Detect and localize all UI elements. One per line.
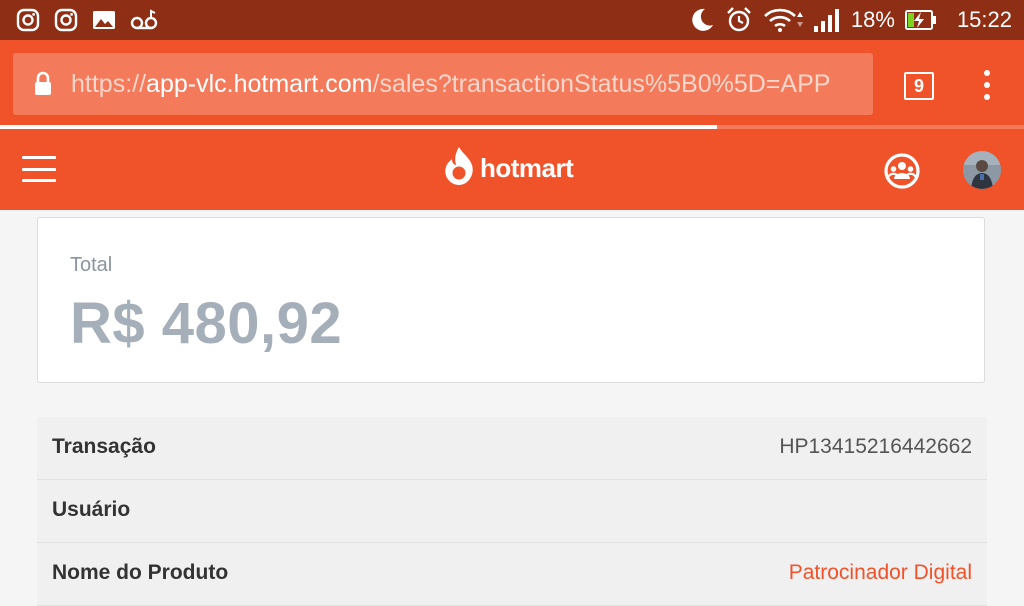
tab-switcher-button[interactable]: 9 (904, 72, 934, 100)
wifi-icon (763, 7, 803, 33)
alarm-icon (725, 6, 753, 34)
detail-row-product: Nome do Produto Patrocinador Digital (37, 543, 987, 606)
transaction-code: HP13415216442662 (779, 435, 972, 458)
product-name-link[interactable]: Patrocinador Digital (789, 561, 972, 585)
app-header: hotmart (0, 129, 1024, 210)
detail-label: Transação (52, 435, 156, 458)
detail-label: Nome do Produto (52, 561, 229, 584)
battery-percent: 18% (850, 7, 895, 32)
user-avatar[interactable] (963, 151, 1001, 189)
detail-row-user: Usuário (37, 480, 987, 543)
clock: 15:22 (956, 7, 1012, 32)
flame-logo-icon (444, 146, 474, 191)
url-host: app-vlc.hotmart.com (146, 70, 373, 98)
battery-charging-icon (904, 9, 937, 31)
community-icon[interactable] (883, 152, 921, 195)
moon-icon (689, 7, 715, 33)
brand-name: hotmart (480, 152, 574, 183)
hamburger-line (22, 167, 56, 171)
lock-icon (33, 71, 53, 102)
url-scheme: https:// (71, 70, 147, 98)
instagram-icon (54, 8, 78, 32)
transaction-details: Transação HP13415216442662 Usuário Nome … (37, 417, 987, 606)
detail-label: Usuário (52, 498, 131, 521)
hamburger-line (22, 179, 56, 182)
hamburger-line (22, 156, 56, 159)
url-path: /sales?transactionStatus%5B0%5D=APP (372, 70, 831, 98)
menu-dot (984, 82, 990, 88)
total-label: Total (70, 254, 113, 276)
status-bar: 18% 15:22 (0, 0, 1024, 40)
address-bar[interactable]: https://app-vlc.hotmart.com/sales?transa… (13, 53, 873, 115)
total-value: R$ 480,92 (70, 291, 343, 356)
hamburger-menu-button[interactable] (22, 156, 56, 182)
image-icon (92, 9, 116, 31)
url-text: https://app-vlc.hotmart.com/sales?transa… (71, 68, 861, 100)
hotmart-logo[interactable]: hotmart (444, 143, 574, 193)
browser-menu-button[interactable] (978, 70, 996, 100)
browser-toolbar: https://app-vlc.hotmart.com/sales?transa… (0, 40, 1024, 127)
menu-dot (984, 94, 990, 100)
detail-row-transaction: Transação HP13415216442662 (37, 417, 987, 480)
instagram-icon (16, 8, 40, 32)
menu-dot (984, 70, 990, 76)
total-card: Total R$ 480,92 (37, 217, 985, 383)
signal-icon (813, 8, 841, 32)
voicemail-icon (130, 9, 158, 31)
